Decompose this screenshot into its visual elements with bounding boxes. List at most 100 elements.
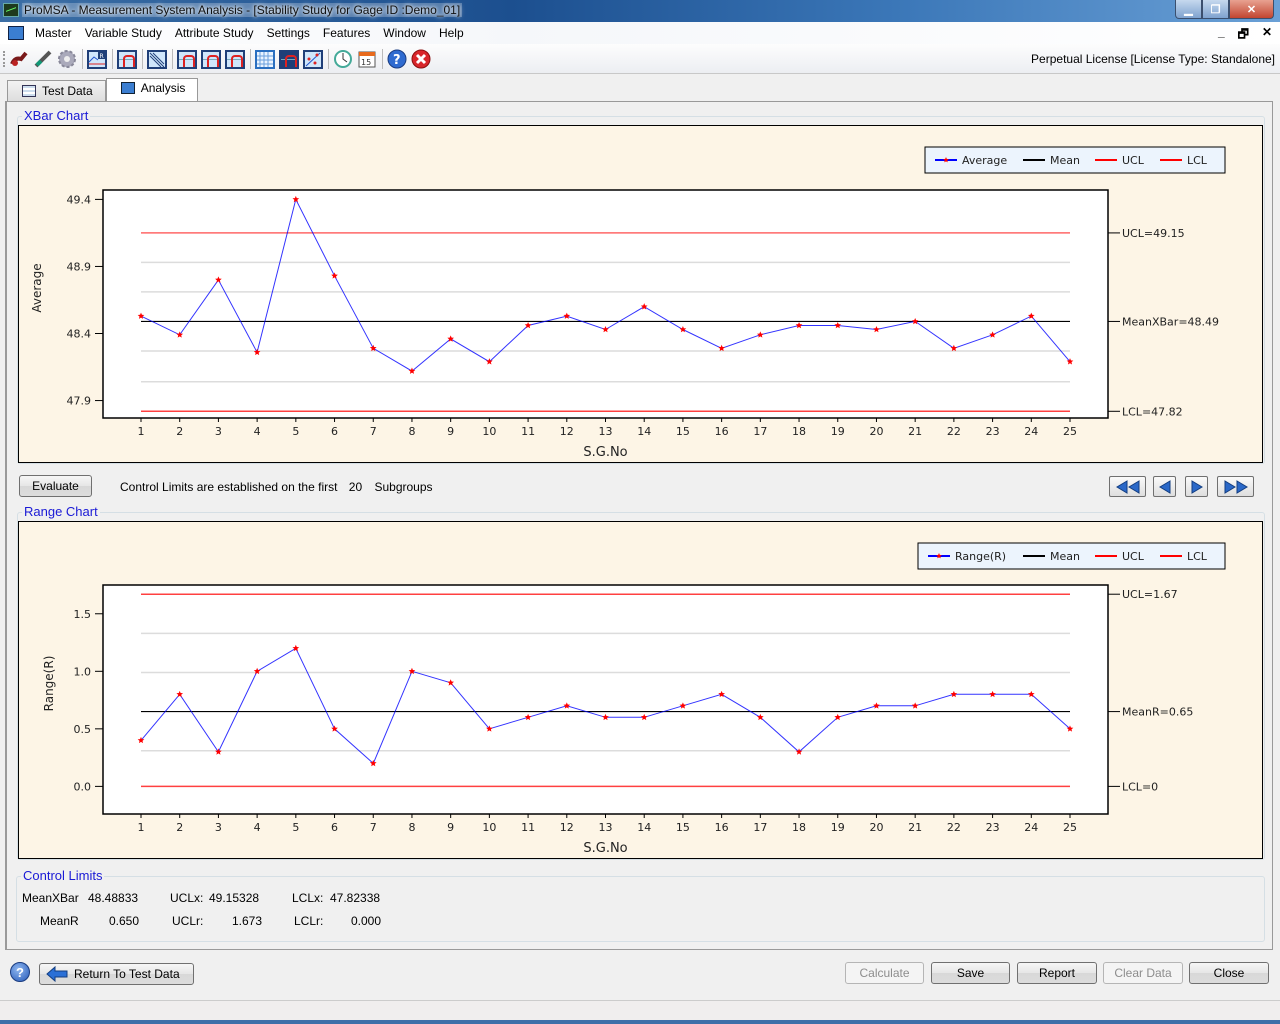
scatter-icon[interactable] xyxy=(303,49,323,69)
x-tick-label: 3 xyxy=(215,821,222,834)
mdi-close-button[interactable]: ✕ xyxy=(1262,25,1272,46)
return-label: Return To Test Data xyxy=(74,967,180,981)
x-tick-label: 12 xyxy=(560,821,574,834)
help-icon[interactable]: ? xyxy=(387,49,407,69)
legend-label: LCL xyxy=(1187,550,1208,563)
toolbar-grip[interactable] xyxy=(3,51,5,67)
x-tick-label: 10 xyxy=(482,821,496,834)
legend-label: UCL xyxy=(1122,550,1145,563)
meanr-value: 0.650 xyxy=(109,914,140,928)
control-limits-title: Control Limits xyxy=(21,868,105,883)
svg-text:?: ? xyxy=(393,53,401,68)
maximize-button[interactable]: ❐ xyxy=(1202,0,1229,19)
clear-data-button[interactable]: Clear Data xyxy=(1103,962,1183,984)
legend-label: Average xyxy=(962,154,1007,167)
range-chart: Range(R) Mean UCL LCL0.00.51.01.5Range(R)1 2… xyxy=(42,542,1226,856)
close-button[interactable]: Close xyxy=(1189,962,1269,984)
calculate-button[interactable]: Calculate xyxy=(845,962,924,984)
lclx-value: 47.82338 xyxy=(330,891,381,905)
menu-features[interactable]: Features xyxy=(323,26,382,40)
report-button[interactable]: Report xyxy=(1017,962,1097,984)
save-button[interactable]: Save xyxy=(931,962,1010,984)
help-button[interactable]: ? xyxy=(10,962,30,982)
first-page-button[interactable] xyxy=(1109,476,1146,497)
x-tick-label: 19 xyxy=(831,425,845,438)
range-chart-title: Range Chart xyxy=(22,504,100,519)
legend-label: LCL xyxy=(1187,154,1208,167)
mdi-minimize-button[interactable]: _ xyxy=(1218,25,1225,46)
stability-chart-icon[interactable] xyxy=(279,49,299,69)
control-limits-group: Control Limits xyxy=(16,868,1265,942)
previous-page-button[interactable] xyxy=(1153,476,1176,497)
menu-window[interactable]: Window xyxy=(383,26,438,40)
tab-strip: Test Data Analysis xyxy=(7,78,199,102)
settings-gear-icon[interactable] xyxy=(57,49,77,69)
subgroup-count: 20 xyxy=(348,480,363,494)
x-tick-label: 13 xyxy=(599,425,613,438)
linearity-chart-icon[interactable] xyxy=(147,49,167,69)
y-tick-label: 49.4 xyxy=(67,193,92,206)
x-tick-label: 25 xyxy=(1063,821,1077,834)
plot-area xyxy=(102,584,1109,815)
menu-help[interactable]: Help xyxy=(439,26,476,40)
x-tick-label: 21 xyxy=(908,425,922,438)
gage-icon[interactable] xyxy=(33,49,53,69)
menu-master[interactable]: Master xyxy=(35,26,84,40)
x-tick-label: 11 xyxy=(521,425,535,438)
y-axis-title: Range(R) xyxy=(42,656,56,712)
x-tick-label: 7 xyxy=(370,821,377,834)
legend-label: Mean xyxy=(1050,154,1080,167)
clock-icon[interactable] xyxy=(333,49,353,69)
x-tick-label: 6 xyxy=(331,425,338,438)
tab-test-data[interactable]: Test Data xyxy=(7,80,106,102)
x-tick-label: 15 xyxy=(676,425,690,438)
taskbar-strip xyxy=(0,1020,1280,1024)
x-tick-label: 24 xyxy=(1024,425,1038,438)
meanxbar-value: 48.48833 xyxy=(88,891,139,905)
last-page-button[interactable] xyxy=(1217,476,1254,497)
x-tick-label: 25 xyxy=(1063,425,1077,438)
evaluate-button[interactable]: Evaluate xyxy=(19,475,92,497)
calendar-icon[interactable]: 15 xyxy=(357,49,377,69)
grr-ndc-icon[interactable] xyxy=(225,49,245,69)
y-axis-title: Average xyxy=(30,263,44,312)
return-to-test-data-button[interactable]: Return To Test Data xyxy=(39,963,194,985)
tab-analysis[interactable]: Analysis xyxy=(105,78,199,102)
document-icon[interactable] xyxy=(8,26,24,40)
tab-test-data-label: Test Data xyxy=(42,84,93,98)
menu-attribute-study[interactable]: Attribute Study xyxy=(175,26,266,40)
grr-range-icon[interactable] xyxy=(177,49,197,69)
close-window-button[interactable]: ✕ xyxy=(1229,0,1274,19)
x-tick-label: 14 xyxy=(637,821,651,834)
minimize-button[interactable]: ▁ xyxy=(1175,0,1202,19)
close-icon: ✕ xyxy=(1246,3,1257,16)
mdi-restore-button[interactable]: 🗗 xyxy=(1238,25,1249,46)
next-page-button[interactable] xyxy=(1185,476,1208,497)
x-tick-label: 1 xyxy=(138,821,145,834)
bias-chart-icon[interactable] xyxy=(117,49,137,69)
ucl-right-label: UCL=49.15 xyxy=(1122,227,1185,240)
x-tick-label: 22 xyxy=(947,821,961,834)
uclx-label: UCLx: xyxy=(170,891,204,905)
next-icon xyxy=(1191,479,1203,494)
x-tick-label: 12 xyxy=(560,425,574,438)
x-tick-label: 6 xyxy=(331,821,338,834)
first-icon xyxy=(1115,479,1139,494)
x-tick-label: 2 xyxy=(176,821,183,834)
x-tick-label: 21 xyxy=(908,821,922,834)
micrometer-icon[interactable] xyxy=(9,49,29,69)
exit-icon[interactable] xyxy=(411,49,431,69)
y-tick-label: 48.4 xyxy=(67,328,92,341)
x-tick-label: 18 xyxy=(792,821,806,834)
menu-settings[interactable]: Settings xyxy=(267,26,322,40)
xbar-r-chart-icon[interactable]: R xyxy=(87,49,107,69)
chart-icon xyxy=(120,82,135,94)
legend-label: Mean xyxy=(1050,550,1080,563)
menu-variable-study[interactable]: Variable Study xyxy=(85,26,174,40)
ucl-right-label: UCL=1.67 xyxy=(1122,588,1178,601)
grr-anova-icon[interactable] xyxy=(201,49,221,69)
table-icon xyxy=(22,85,36,97)
x-tick-label: 8 xyxy=(408,425,415,438)
lclr-value: 0.000 xyxy=(351,914,382,928)
table-grid-icon[interactable] xyxy=(255,49,275,69)
